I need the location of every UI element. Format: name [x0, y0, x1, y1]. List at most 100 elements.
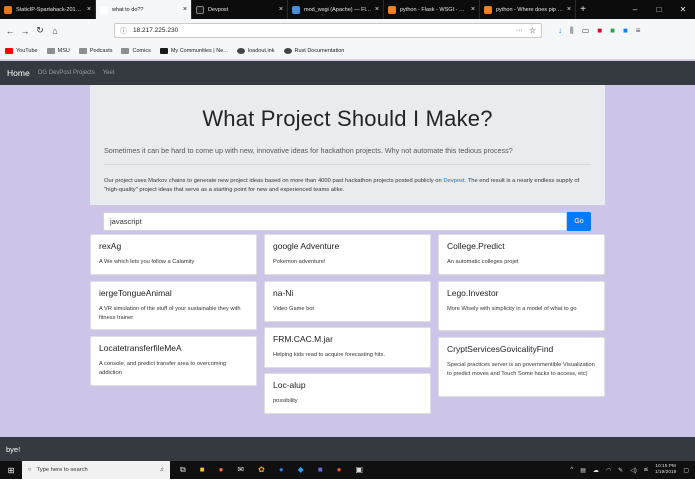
browser-tab[interactable]: Devpost × [192, 0, 288, 19]
close-icon[interactable]: × [471, 6, 475, 13]
reload-icon[interactable]: ↻ [34, 25, 46, 36]
browser-tab[interactable]: python - Flask - WSGI - No m × [384, 0, 480, 19]
close-icon[interactable]: × [183, 6, 187, 13]
download-icon[interactable]: ↓ [558, 26, 562, 36]
app-icon[interactable]: ● [279, 465, 284, 475]
close-icon[interactable]: × [87, 6, 91, 13]
footer-text: bye! [6, 444, 21, 454]
nav-og-devpost-link[interactable]: OG DevPost Projects [38, 70, 95, 76]
card-text: Pokemon adventure! [273, 259, 326, 265]
card-title: google Adventure [273, 241, 340, 251]
forward-icon[interactable]: → [19, 26, 31, 36]
tab-favicon-icon [292, 5, 300, 14]
tab-favicon-icon [4, 5, 12, 14]
app-icon[interactable]: ✿ [258, 465, 265, 475]
close-window-icon[interactable]: ✕ [671, 5, 695, 14]
site-info-icon[interactable]: ⓘ [120, 26, 127, 36]
close-icon[interactable]: × [375, 6, 379, 13]
globe-icon [236, 47, 245, 54]
windows-start-icon[interactable]: ⊞ [0, 466, 22, 475]
bookmark-item[interactable]: Podcasts [78, 47, 112, 54]
bookmark-item[interactable]: MSU [46, 47, 70, 54]
card-title: na-Ni [273, 288, 294, 298]
minimize-icon[interactable]: – [623, 5, 647, 14]
nav-yeet-link[interactable]: Yeet [103, 70, 115, 76]
network-icon[interactable]: ▤ [580, 467, 586, 474]
project-card[interactable]: FRM.CAC.M.jar Helping kids read to acqui… [264, 327, 431, 368]
nav-home-link[interactable]: Home [7, 68, 30, 78]
hero-description: Our project uses Markov chains to genera… [104, 178, 580, 193]
card-title: College.Predict [447, 241, 505, 251]
hero-lead: Sometimes it can be hard to come up with… [104, 146, 513, 155]
bookmark-item[interactable]: loadout.ink [236, 47, 275, 54]
project-card[interactable]: College.Predict An automatic colleges pr… [438, 234, 605, 275]
extension-icon[interactable]: ■ [610, 26, 615, 36]
project-card[interactable]: iergeTongueAnimal A VR simulation of the… [90, 281, 257, 330]
project-card[interactable]: rexAg A We which lets you follow a Calam… [90, 234, 257, 275]
project-card[interactable]: LocatetransferfileMeA A console, and pre… [90, 336, 257, 386]
bottom-margin [0, 479, 695, 494]
library-icon[interactable]: ⫼ [570, 26, 574, 36]
card-title: rexAg [99, 241, 122, 251]
file-explorer-icon[interactable]: ■ [200, 465, 205, 475]
sidebar-icon[interactable]: ▭ [582, 26, 590, 36]
tab-favicon-icon [388, 5, 396, 14]
taskbar-clock[interactable]: 10:15 PM 1/19/2019 [655, 464, 676, 476]
browser-tab-strip: StaticIP-Spartahack-2019 | Lo × what to d… [0, 0, 695, 19]
extension-icon[interactable]: ■ [623, 26, 628, 36]
site-navbar: Home OG DevPost Projects Yeet [0, 61, 695, 85]
hero-jumbotron: What Project Should I Make? Sometimes it… [90, 85, 605, 205]
project-card[interactable]: CryptServicesGovicalityFind Special prac… [438, 337, 605, 397]
firefox-icon[interactable]: ● [219, 465, 224, 475]
bookmark-item[interactable]: My Communities | Ne... [159, 47, 228, 54]
bookmark-item[interactable]: YouTube [5, 47, 38, 54]
search-input[interactable] [103, 212, 567, 231]
project-card[interactable]: na-Ni Video Game bot [264, 281, 431, 322]
close-icon[interactable]: × [279, 6, 283, 13]
app-icon[interactable]: ● [337, 465, 342, 475]
photos-icon[interactable]: ▣ [356, 465, 364, 475]
task-view-icon[interactable]: ⧉ [180, 465, 186, 475]
url-bar[interactable]: ⓘ 18.217.225.230 ··· ☆ [114, 23, 542, 38]
browser-tab[interactable]: StaticIP-Spartahack-2019 | Lo × [0, 0, 96, 19]
home-icon[interactable]: ⌂ [49, 26, 61, 36]
chevron-up-icon[interactable]: ^ [570, 467, 573, 473]
bookmark-star-icon[interactable]: ☆ [529, 26, 536, 35]
browser-tab-active[interactable]: what to do?? × [96, 0, 192, 19]
bookmark-item[interactable]: Rust Documentation [283, 47, 344, 54]
new-tab-button[interactable]: + [576, 0, 590, 19]
browser-tab[interactable]: python - Where does pip ins × [480, 0, 576, 19]
card-text: A VR simulation of the stuff of your sus… [99, 306, 241, 321]
page-actions-icon[interactable]: ··· [516, 27, 523, 34]
folder-icon [46, 47, 55, 54]
wifi-icon[interactable]: ◠ [606, 467, 611, 474]
go-button[interactable]: Go [567, 212, 591, 231]
notifications-icon[interactable]: ▢ [683, 467, 689, 474]
cloud-icon[interactable]: ☁ [593, 467, 599, 474]
app-icon[interactable]: ■ [318, 465, 323, 475]
browser-tab[interactable]: mod_wsgi (Apache) — Flask × [288, 0, 384, 19]
youtube-icon [5, 47, 13, 54]
vscode-icon[interactable]: ◆ [298, 465, 304, 475]
taskbar-apps: ⧉ ■ ● ✉ ✿ ● ◆ ■ ● ▣ [180, 465, 363, 475]
window-controls: – □ ✕ [623, 0, 695, 19]
menu-icon[interactable]: ≡ [636, 26, 641, 36]
pen-icon[interactable]: ✎ [618, 467, 623, 474]
tab-favicon-icon [196, 5, 204, 14]
devpost-link[interactable]: Devpost [443, 178, 464, 184]
maximize-icon[interactable]: □ [647, 5, 671, 14]
microphone-icon[interactable]: ♫ [160, 467, 164, 473]
card-title: Lego.Investor [447, 288, 499, 298]
mail-icon[interactable]: ✉ [237, 465, 244, 475]
bookmark-item[interactable]: Comics [121, 47, 151, 54]
back-icon[interactable]: ← [4, 26, 16, 36]
volume-icon[interactable]: ◁) [630, 467, 637, 474]
card-text: More Wisely with simplicity in a model o… [447, 306, 577, 312]
project-card[interactable]: Loc-alup possibility [264, 373, 431, 414]
close-icon[interactable]: × [567, 6, 571, 13]
project-card[interactable]: Lego.Investor More Wisely with simplicit… [438, 281, 605, 331]
language-icon[interactable]: ಹ [644, 467, 648, 474]
extension-icon[interactable]: ■ [597, 26, 602, 36]
project-card[interactable]: google Adventure Pokemon adventure! [264, 234, 431, 275]
taskbar-search[interactable]: ○ Type here to search ♫ [22, 461, 170, 479]
